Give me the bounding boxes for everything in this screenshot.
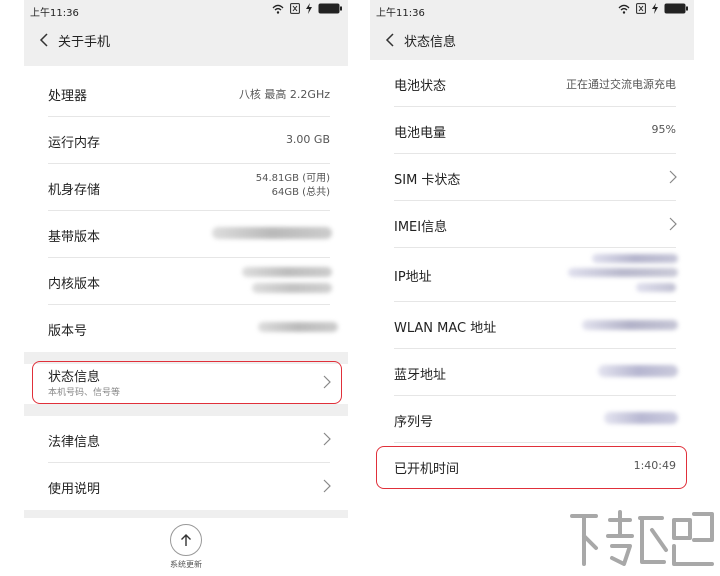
row-label: 运行内存 — [48, 136, 101, 151]
highlight-box — [32, 361, 342, 404]
row-label: 机身存储 — [48, 183, 101, 198]
row-processor: 处理器 八核 最高 2.2GHz — [24, 70, 348, 117]
status-time: 上午11:36 — [376, 8, 425, 19]
storage-available: 54.81GB (可用) — [255, 173, 330, 184]
row-baseband: 基带版本 — [24, 211, 348, 258]
row-battery-level: 电池电量 95% — [370, 107, 694, 154]
system-update-label: 系统更新 — [170, 560, 202, 569]
row-legal-info[interactable]: 法律信息 — [24, 416, 348, 463]
highlight-box — [376, 446, 687, 489]
row-label: 电池状态 — [394, 79, 447, 94]
redacted-value — [636, 283, 676, 292]
row-label: 序列号 — [394, 415, 434, 430]
row-value: 95% — [651, 123, 676, 136]
row-label: 处理器 — [48, 89, 88, 104]
row-ip-address: IP地址 — [370, 248, 694, 302]
redacted-value — [568, 268, 678, 277]
wifi-icon — [272, 4, 284, 14]
battery-icon — [664, 3, 688, 14]
row-label: 电池电量 — [394, 126, 447, 141]
row-label: 法律信息 — [48, 435, 101, 450]
row-label: 版本号 — [48, 324, 88, 339]
row-label: SIM 卡状态 — [394, 173, 461, 188]
status-time: 上午11:36 — [30, 8, 79, 19]
redacted-value — [598, 365, 678, 377]
row-value: 54.81GB (可用) 64GB (总共) — [256, 172, 330, 200]
row-label: IP地址 — [394, 270, 432, 285]
row-label: 基带版本 — [48, 230, 101, 245]
wifi-icon — [618, 4, 630, 14]
redacted-value — [582, 320, 678, 330]
row-imei[interactable]: IMEI信息 — [370, 201, 694, 248]
row-value: 3.00 GB — [285, 133, 330, 146]
redacted-value — [252, 283, 332, 293]
charging-icon — [652, 3, 658, 14]
back-button[interactable] — [34, 30, 54, 50]
row-battery-status: 电池状态 正在通过交流电源充电 — [370, 60, 694, 107]
chevron-right-icon — [669, 217, 677, 231]
redacted-value — [604, 412, 678, 424]
redacted-value — [212, 227, 332, 239]
nav-bar: 关于手机 — [24, 20, 348, 60]
status-bar: 上午11:36 — [24, 0, 348, 20]
status-info-screen: 上午11:36 状态信息 电池状态 正在通过交流电源充电 电池电量 95% SI… — [370, 0, 694, 576]
row-label: IMEI信息 — [394, 220, 448, 235]
row-kernel: 内核版本 — [24, 258, 348, 305]
sim-off-icon — [290, 3, 300, 14]
row-storage: 机身存储 54.81GB (可用) 64GB (总共) — [24, 164, 348, 211]
row-wlan-mac: WLAN MAC 地址 — [370, 302, 694, 349]
row-label: 蓝牙地址 — [394, 368, 447, 383]
chevron-right-icon — [323, 479, 331, 493]
redacted-value — [258, 322, 338, 332]
status-bar: 上午11:36 — [370, 0, 694, 20]
charging-icon — [306, 3, 312, 14]
about-phone-screen: 上午11:36 关于手机 处理器 八核 最高 2.2GHz 运行内存 3.00 … — [24, 0, 348, 576]
storage-total: 64GB (总共) — [271, 187, 330, 198]
nav-bar: 状态信息 — [370, 20, 694, 60]
redacted-value — [242, 267, 332, 277]
row-label: 内核版本 — [48, 277, 101, 292]
row-value: 八核 最高 2.2GHz — [238, 88, 330, 101]
site-watermark-logo — [570, 510, 714, 566]
row-bluetooth-address: 蓝牙地址 — [370, 349, 694, 396]
redacted-value — [592, 254, 678, 263]
row-user-guide[interactable]: 使用说明 — [24, 463, 348, 510]
row-label: 使用说明 — [48, 482, 101, 497]
row-sim-status[interactable]: SIM 卡状态 — [370, 154, 694, 201]
row-ram: 运行内存 3.00 GB — [24, 117, 348, 164]
page-title: 关于手机 — [58, 35, 111, 50]
chevron-right-icon — [323, 432, 331, 446]
sim-off-icon — [636, 3, 646, 14]
arrow-up-icon — [181, 534, 191, 546]
row-label: WLAN MAC 地址 — [394, 321, 497, 336]
back-arrow-icon — [385, 33, 394, 47]
row-build-number: 版本号 — [24, 305, 348, 352]
battery-icon — [318, 3, 342, 14]
page-title: 状态信息 — [404, 35, 457, 50]
chevron-right-icon — [669, 170, 677, 184]
system-update-button[interactable] — [170, 524, 202, 556]
row-serial-number: 序列号 — [370, 396, 694, 443]
back-arrow-icon — [39, 33, 48, 47]
back-button[interactable] — [380, 30, 400, 50]
row-value: 正在通过交流电源充电 — [566, 78, 676, 91]
